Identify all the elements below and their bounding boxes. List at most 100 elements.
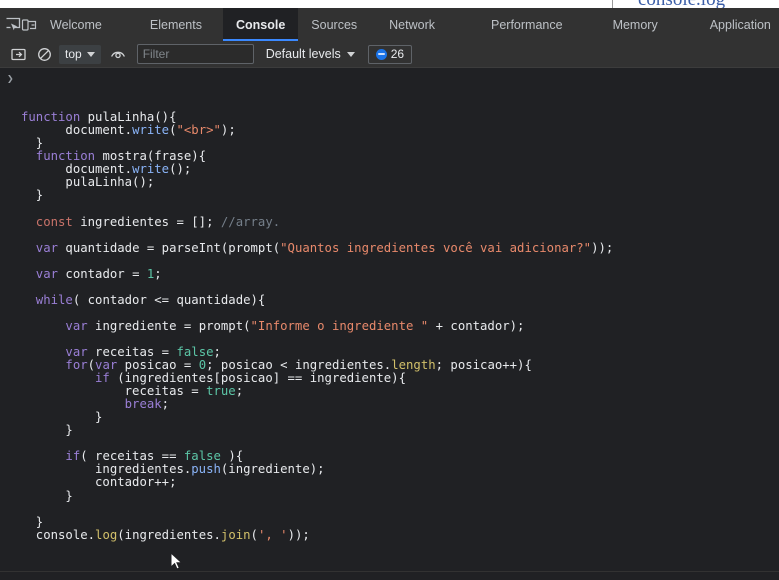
tab-sources[interactable]: Sources <box>298 8 370 41</box>
tab-performance[interactable]: Performance <box>478 8 576 41</box>
clear-console-icon[interactable] <box>31 41 57 67</box>
code-line: const ingredientes = []; //array. <box>21 214 779 229</box>
code-token: ; posicao < ingredientes. <box>206 358 392 373</box>
log-levels-selector[interactable]: Default levels <box>266 47 355 61</box>
console-code-snippet: function pulaLinha(){ document.write("<b… <box>0 111 779 542</box>
code-token: ; <box>235 384 244 399</box>
code-line: while( contador <= quantidade){ <box>21 292 779 307</box>
code-line: var ingrediente = prompt("Informe o ingr… <box>21 318 779 333</box>
issues-icon <box>375 48 387 60</box>
code-token: quantidade = parseInt(prompt( <box>58 240 281 255</box>
code-token: ingredientes. <box>21 462 192 477</box>
code-token: } <box>21 488 73 503</box>
devtools-tabstrip: Welcome Elements Console Sources Network… <box>0 8 779 41</box>
code-token: break <box>21 397 162 412</box>
code-token: + contador); <box>428 318 525 333</box>
code-token: ingredientes = []; <box>72 214 221 229</box>
code-line: console.log(ingredientes.join(', ')); <box>21 527 779 542</box>
code-token: var <box>21 240 59 255</box>
code-token: (ingrediente); <box>220 462 325 477</box>
console-toolbar: top Default levels 26 <box>0 41 779 68</box>
code-token: ; <box>161 397 170 412</box>
code-token: ( receitas == <box>80 449 184 464</box>
input-chevron-icon: ❯ <box>7 72 14 85</box>
code-token: function <box>21 149 103 164</box>
code-token: var <box>95 358 118 373</box>
code-token: pulaLinha(){ <box>87 110 177 125</box>
filter-input[interactable] <box>136 44 254 64</box>
code-token: false <box>183 449 221 464</box>
code-line: break; <box>21 398 779 411</box>
tab-label: Welcome <box>50 17 102 32</box>
code-token: write <box>132 162 170 177</box>
code-token: (ingredientes. <box>117 527 221 542</box>
code-token: receitas = <box>87 344 177 359</box>
code-token: )); <box>591 240 614 255</box>
tab-application[interactable]: Application <box>697 8 779 41</box>
code-token: ; posicao++){ <box>435 358 532 373</box>
tab-console[interactable]: Console <box>222 8 299 41</box>
tab-elements[interactable]: Elements <box>137 8 215 41</box>
execution-context-selector[interactable]: top <box>59 44 101 64</box>
code-line: document.write("<br>"); <box>21 124 779 137</box>
code-line: } <box>21 189 779 202</box>
page-heading-text: console.log <box>638 0 725 8</box>
code-token: join <box>220 527 251 542</box>
execution-context-label: top <box>65 47 82 61</box>
code-token: console. <box>21 527 96 542</box>
page-divider <box>612 0 613 8</box>
code-token: write <box>132 123 170 138</box>
device-toolbar-icon[interactable] <box>21 8 37 41</box>
code-token: ( contador <= quantidade){ <box>72 292 266 307</box>
code-line: pulaLinha(); <box>21 176 779 189</box>
console-message-list[interactable]: ❯ function pulaLinha(){ document.write("… <box>0 68 779 580</box>
issues-count: 26 <box>390 47 405 61</box>
code-line: } <box>21 424 779 437</box>
log-levels-label: Default levels <box>265 47 341 61</box>
code-token: length <box>391 358 436 373</box>
code-token: var <box>21 266 59 281</box>
code-token: } <box>21 423 73 438</box>
eye-icon[interactable] <box>105 41 131 67</box>
code-token: const <box>21 214 73 229</box>
code-token: var <box>21 318 88 333</box>
issues-badge[interactable]: 26 <box>367 44 413 64</box>
code-token: while <box>21 292 73 307</box>
devtools-window: console.log Welcome Elements Console <box>0 0 779 580</box>
code-token: } <box>21 136 44 151</box>
code-token: ; <box>154 266 162 281</box>
code-token: receitas = <box>21 384 207 399</box>
console-output-row: Ovo, Farinha <box>0 570 779 580</box>
code-token: ', ' <box>257 527 288 542</box>
code-token: mostra(frase){ <box>102 149 207 164</box>
console-input-echo-entry: ❯ function pulaLinha(){ document.write("… <box>0 68 779 571</box>
code-token: "Informe o ingrediente " <box>250 318 429 333</box>
code-token: ( <box>250 527 258 542</box>
code-token: (ingredientes[posicao] == ingrediente){ <box>109 371 406 386</box>
code-token: false <box>176 344 214 359</box>
code-token: 0 <box>198 358 207 373</box>
code-token: contador++; <box>21 475 177 490</box>
code-token: ingrediente = prompt( <box>87 318 251 333</box>
tab-memory[interactable]: Memory <box>600 8 671 41</box>
tab-welcome[interactable]: Welcome <box>37 8 115 41</box>
code-token: } <box>21 514 44 529</box>
code-token: document. <box>21 123 133 138</box>
code-token: (); <box>169 162 192 177</box>
code-token: ( <box>169 123 177 138</box>
code-token: ( <box>87 358 96 373</box>
code-token: ); <box>220 123 236 138</box>
code-token: var <box>21 344 88 359</box>
inspect-element-icon[interactable] <box>5 8 21 41</box>
code-token: "<br>" <box>176 123 221 138</box>
tab-network[interactable]: Network <box>376 8 448 41</box>
code-token: posicao = <box>117 358 199 373</box>
code-token: //array. <box>220 214 281 229</box>
console-sidebar-icon[interactable] <box>5 41 31 67</box>
code-token: } <box>21 410 103 425</box>
code-token: true <box>206 384 236 399</box>
tab-label: Memory <box>612 17 658 32</box>
chevron-down-icon <box>86 51 95 57</box>
code-line: contador++; <box>21 476 779 489</box>
